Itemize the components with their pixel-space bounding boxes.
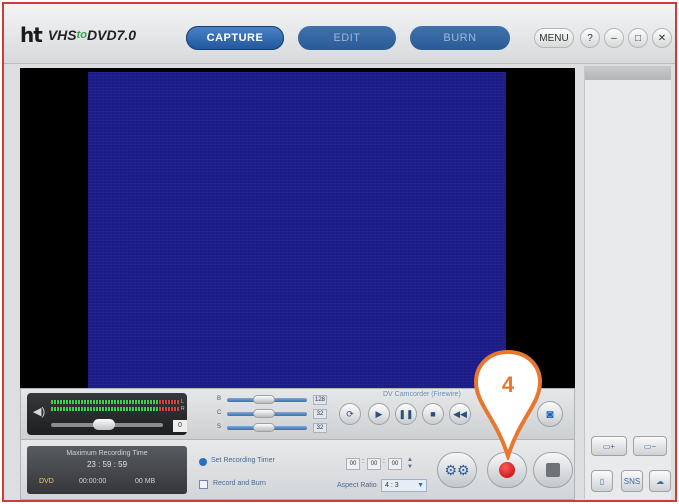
volume-value: 0: [173, 420, 187, 432]
contrast-label: C: [217, 410, 222, 416]
meter-right-label: R: [181, 406, 185, 412]
record-icon: [499, 462, 515, 478]
cloud-upload-button[interactable]: ☁: [649, 470, 671, 492]
max-recording-time: 23 : 59 : 59: [86, 460, 128, 469]
timer-seconds-field[interactable]: 00: [388, 458, 402, 470]
recording-timer-label[interactable]: Set Recording Timer: [211, 457, 275, 464]
elapsed-time: 00:00:00: [79, 478, 107, 485]
aspect-ratio-label: Aspect Ratio: [337, 482, 377, 489]
play-button[interactable]: ▶: [368, 403, 390, 425]
meter-left-label: L: [181, 399, 184, 405]
timer-spinner[interactable]: ▲ ▼: [407, 457, 415, 471]
callout-pin: [473, 349, 543, 460]
chevron-down-icon: ▼: [417, 482, 424, 489]
rewind-button[interactable]: ◀◀: [449, 403, 471, 425]
logo-dvd: DVD: [87, 27, 117, 43]
camera-icon: ◙: [546, 407, 554, 421]
saturation-label: S: [217, 424, 222, 430]
stop-icon: [546, 463, 560, 477]
contrast-value: 32: [313, 409, 327, 419]
callout-number: 4: [502, 372, 515, 397]
device-label: DV Camcorder (Firewire): [383, 391, 461, 398]
record-and-burn-checkbox[interactable]: [199, 480, 208, 489]
help-button[interactable]: ?: [580, 28, 600, 48]
timer-minutes-field[interactable]: 00: [367, 458, 381, 470]
logo-text: VHS: [47, 27, 77, 43]
output-format: DVD: [39, 478, 54, 485]
step-callout: 4: [473, 349, 543, 460]
add-clip-button[interactable]: ▭+: [591, 436, 627, 456]
recording-info: Maximum Recording Time 23 : 59 : 59 DVD …: [27, 446, 187, 494]
recorded-size: 00 MB: [135, 478, 156, 485]
logo-version: 7.0: [116, 27, 137, 43]
clip-panel-header: [585, 66, 671, 80]
brightness-slider-handle[interactable]: [253, 395, 275, 404]
capture-settings-button[interactable]: ⚙⚙: [437, 452, 477, 488]
speaker-icon[interactable]: ◀): [33, 405, 45, 418]
brightness-value: 128: [313, 395, 327, 405]
sns-share-button[interactable]: SNS: [621, 470, 643, 492]
video-frame: [88, 72, 506, 388]
gear-icon: ⚙⚙: [444, 461, 470, 478]
maximize-button[interactable]: □: [628, 28, 648, 48]
aspect-ratio-select[interactable]: 4 : 3 ▼: [381, 479, 427, 492]
max-recording-time-label: Maximum Recording Time: [66, 450, 148, 457]
refresh-device-button[interactable]: ⟳: [339, 403, 361, 425]
saturation-slider-handle[interactable]: [253, 423, 275, 432]
menu-button[interactable]: MENU: [534, 28, 574, 48]
saturation-value: 32: [313, 423, 327, 433]
timer-hours-field[interactable]: 00: [346, 458, 360, 470]
minimize-button[interactable]: –: [604, 28, 624, 48]
contrast-slider-handle[interactable]: [253, 409, 275, 418]
remove-clip-button[interactable]: ▭−: [633, 436, 667, 456]
logo-to: to: [76, 29, 87, 41]
tab-edit[interactable]: EDIT: [298, 26, 396, 50]
clip-panel: ▭+ ▭− ▯ SNS ☁: [584, 66, 671, 499]
aspect-ratio-value: 4 : 3: [385, 482, 399, 489]
tab-capture[interactable]: CAPTURE: [186, 26, 284, 50]
video-preview: [20, 68, 575, 388]
app-window: ht VHS to DVD 7.0 CAPTURE EDIT BURN MENU…: [2, 2, 677, 502]
recording-timer-radio[interactable]: [199, 458, 207, 466]
app-logo: ht VHS to DVD 7.0: [20, 23, 137, 47]
record-and-burn-label[interactable]: Record and Burn: [213, 480, 266, 487]
audio-meter-panel: ◀) L R 0: [27, 393, 187, 435]
pause-button[interactable]: ❚❚: [395, 403, 417, 425]
device-export-button[interactable]: ▯: [591, 470, 613, 492]
title-bar: ht VHS to DVD 7.0 CAPTURE EDIT BURN MENU…: [4, 4, 675, 64]
volume-slider-handle[interactable]: [93, 419, 115, 430]
stop-playback-button[interactable]: ■: [422, 403, 444, 425]
logo-mark: ht: [20, 23, 43, 47]
brightness-label: B: [217, 396, 222, 402]
audio-meter-right: [51, 407, 179, 411]
tab-burn[interactable]: BURN: [410, 26, 510, 50]
close-button[interactable]: ✕: [652, 28, 672, 48]
audio-meter-left: [51, 400, 179, 404]
